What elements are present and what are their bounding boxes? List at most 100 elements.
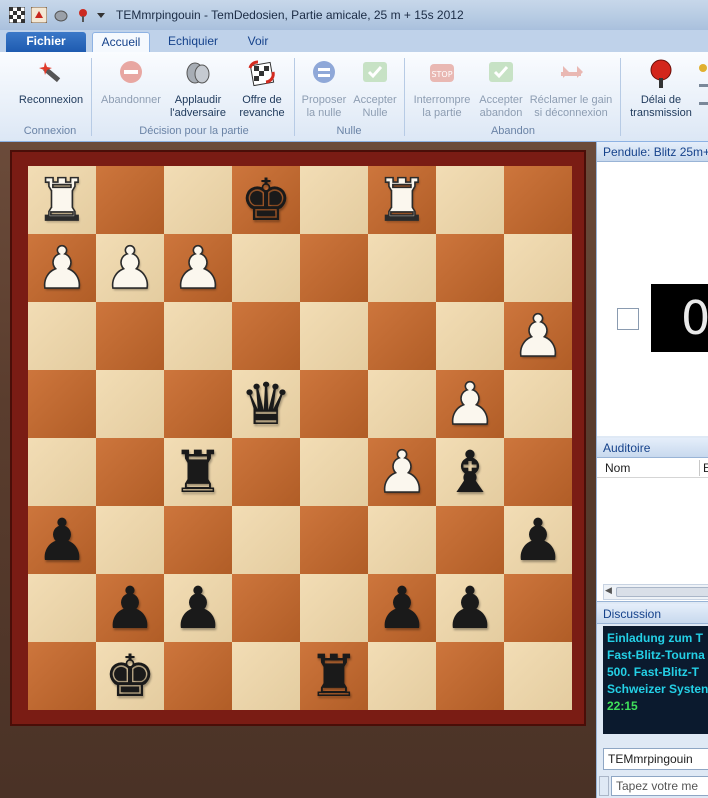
square-g6[interactable] — [436, 302, 504, 370]
chat-input-handle[interactable] — [599, 776, 609, 796]
square-c4[interactable]: ♜ — [164, 438, 232, 506]
square-f8[interactable]: ♜ — [368, 166, 436, 234]
applaud-button[interactable]: Applaudir l'adversaire — [166, 58, 230, 120]
square-a5[interactable] — [28, 370, 96, 438]
small-tools-icon[interactable] — [698, 62, 708, 122]
square-b1[interactable]: ♚ — [96, 642, 164, 710]
clock-checkbox[interactable] — [617, 308, 639, 330]
square-a1[interactable] — [28, 642, 96, 710]
white-pawn-icon[interactable]: ♟ — [96, 234, 164, 302]
column-divider[interactable] — [699, 460, 700, 476]
square-g1[interactable] — [436, 642, 504, 710]
square-f4[interactable]: ♟ — [368, 438, 436, 506]
square-d4[interactable] — [232, 438, 300, 506]
tab-home[interactable]: Accueil — [92, 32, 150, 52]
chat-recipient-select[interactable]: TEMmrpingouin — [603, 748, 708, 770]
hand-icon[interactable] — [52, 6, 70, 24]
white-pawn-icon[interactable]: ♟ — [368, 438, 436, 506]
square-h7[interactable] — [504, 234, 572, 302]
square-g2[interactable]: ♟ — [436, 574, 504, 642]
square-h3[interactable]: ♟ — [504, 506, 572, 574]
square-a3[interactable]: ♟ — [28, 506, 96, 574]
black-pawn-icon[interactable]: ♟ — [164, 574, 232, 642]
square-d5[interactable]: ♛ — [232, 370, 300, 438]
square-g3[interactable] — [436, 506, 504, 574]
square-b7[interactable]: ♟ — [96, 234, 164, 302]
square-f6[interactable] — [368, 302, 436, 370]
square-f7[interactable] — [368, 234, 436, 302]
square-b3[interactable] — [96, 506, 164, 574]
square-b5[interactable] — [96, 370, 164, 438]
square-a7[interactable]: ♟ — [28, 234, 96, 302]
square-c5[interactable] — [164, 370, 232, 438]
black-king-icon[interactable]: ♚ — [96, 642, 164, 710]
black-queen-icon[interactable]: ♛ — [232, 370, 300, 438]
chat-input[interactable]: Tapez votre me — [611, 776, 708, 796]
propose-draw-button[interactable]: Proposer la nulle — [298, 58, 350, 120]
square-e1[interactable]: ♜ — [300, 642, 368, 710]
square-f3[interactable] — [368, 506, 436, 574]
square-d8[interactable]: ♚ — [232, 166, 300, 234]
square-f1[interactable] — [368, 642, 436, 710]
square-g4[interactable]: ♝ — [436, 438, 504, 506]
resign-button[interactable]: Abandonner — [96, 58, 166, 107]
black-pawn-icon[interactable]: ♟ — [368, 574, 436, 642]
square-a4[interactable] — [28, 438, 96, 506]
rematch-button[interactable]: Offre de revanche — [234, 58, 290, 120]
scroll-left-icon[interactable]: ◀ — [605, 585, 612, 596]
claim-win-button[interactable]: Réclamer le gain si déconnexion — [528, 58, 614, 120]
square-a8[interactable]: ♜ — [28, 166, 96, 234]
square-b4[interactable] — [96, 438, 164, 506]
tab-file[interactable]: Fichier — [6, 32, 86, 52]
black-pawn-icon[interactable]: ♟ — [28, 506, 96, 574]
square-c8[interactable] — [164, 166, 232, 234]
square-d3[interactable] — [232, 506, 300, 574]
square-d7[interactable] — [232, 234, 300, 302]
audience-horizontal-scrollbar[interactable]: ◀ — [603, 584, 708, 600]
square-g8[interactable] — [436, 166, 504, 234]
white-pawn-icon[interactable]: ♟ — [436, 370, 504, 438]
square-a2[interactable] — [28, 574, 96, 642]
offer-icon[interactable] — [30, 6, 48, 24]
square-f5[interactable] — [368, 370, 436, 438]
black-king-icon[interactable]: ♚ — [232, 166, 300, 234]
black-pawn-icon[interactable]: ♟ — [504, 506, 572, 574]
square-c1[interactable] — [164, 642, 232, 710]
square-h8[interactable] — [504, 166, 572, 234]
square-b8[interactable] — [96, 166, 164, 234]
accept-resign-button[interactable]: Accepter abandon — [476, 58, 526, 120]
square-a6[interactable] — [28, 302, 96, 370]
white-rook-icon[interactable]: ♜ — [368, 166, 436, 234]
square-d1[interactable] — [232, 642, 300, 710]
square-h6[interactable]: ♟ — [504, 302, 572, 370]
chessboard[interactable]: ♜ ♚ ♜ ♟ ♟ ♟ ♟ ♛ ♟ ♜ ♟ ♝ ♟ ♟ ♟ ♟ ♟ ♟ ♚ ♜ — [28, 166, 572, 710]
square-f2[interactable]: ♟ — [368, 574, 436, 642]
square-h1[interactable] — [504, 642, 572, 710]
black-pawn-icon[interactable]: ♟ — [96, 574, 164, 642]
black-pawn-icon[interactable]: ♟ — [436, 574, 504, 642]
quick-access-dropdown-icon[interactable] — [96, 6, 106, 24]
black-bishop-icon[interactable]: ♝ — [436, 438, 504, 506]
black-rook-icon[interactable]: ♜ — [164, 438, 232, 506]
audience-col-name[interactable]: Nom — [605, 461, 630, 475]
square-e3[interactable] — [300, 506, 368, 574]
square-e5[interactable] — [300, 370, 368, 438]
square-h2[interactable] — [504, 574, 572, 642]
scrollbar-thumb[interactable] — [616, 587, 708, 597]
reconnect-button[interactable]: Reconnexion — [14, 58, 88, 107]
pin-icon[interactable] — [74, 6, 92, 24]
white-pawn-icon[interactable]: ♟ — [164, 234, 232, 302]
square-g7[interactable] — [436, 234, 504, 302]
white-pawn-icon[interactable]: ♟ — [504, 302, 572, 370]
square-b2[interactable]: ♟ — [96, 574, 164, 642]
interrupt-game-button[interactable]: STOP Interrompre la partie — [408, 58, 476, 120]
square-e7[interactable] — [300, 234, 368, 302]
square-c7[interactable]: ♟ — [164, 234, 232, 302]
square-e4[interactable] — [300, 438, 368, 506]
chessboard-app-icon[interactable] — [8, 6, 26, 24]
tab-chessboard[interactable]: Echiquier — [158, 32, 228, 52]
white-pawn-icon[interactable]: ♟ — [28, 234, 96, 302]
square-b6[interactable] — [96, 302, 164, 370]
tab-view[interactable]: Voir — [236, 32, 280, 52]
audience-col-2[interactable]: E — [703, 458, 708, 478]
